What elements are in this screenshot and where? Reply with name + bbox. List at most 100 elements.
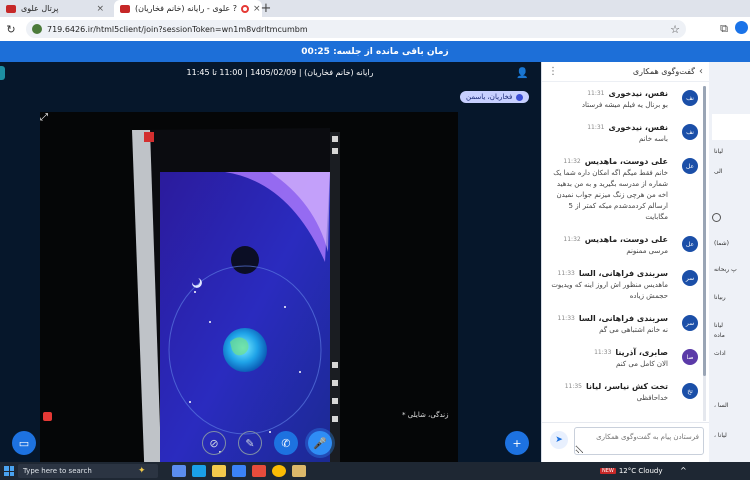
media-icon[interactable] (251, 465, 266, 477)
chat-message: سر سربندی فراهانی، السا 11:33 نه خانم اشت… (542, 311, 702, 339)
participant-item[interactable]: پ ربحانه (714, 266, 737, 273)
message-time: 11:32 (563, 236, 581, 243)
chat-message: سر سربندی فراهانی، السا 11:33 ماهدیس منظو… (542, 266, 702, 305)
profile-avatar[interactable] (735, 21, 748, 34)
sender-name: علی دوست، ماهدیس (584, 157, 668, 166)
participant-item[interactable]: ربیانا (714, 294, 726, 301)
chat-message: عل علی دوست، ماهدیس 11:32 مرسی ممنونم (542, 232, 702, 260)
avatar: سر (682, 315, 698, 331)
participant-highlight (712, 114, 750, 140)
news-badge: NEW (600, 468, 616, 474)
weather-widget[interactable]: NEW 12°C Cloudy (600, 462, 663, 480)
url-text: 719.6426.ir/html5client/join?sessionToke… (47, 24, 308, 34)
participant-item[interactable]: ادات (714, 350, 726, 357)
windows-taskbar: Type here to search ✦ NEW 12°C Cloudy ^ (0, 462, 750, 480)
chat-message: صا صابری، آذرینا 11:33 الان کامل می کنم (542, 345, 702, 373)
actions-plus-button[interactable]: + (505, 431, 529, 455)
message-text: مرسی ممنونم (626, 247, 668, 255)
bookmark-star-icon[interactable]: ☆ (670, 23, 680, 36)
session-timer-text: زمان باقی مانده از جلسه: 00:25 (301, 46, 449, 57)
close-tab-icon[interactable]: × (96, 4, 104, 14)
chat-composer: ➤ (542, 422, 710, 462)
session-timer-bar: زمان باقی مانده از جلسه: 00:25 (0, 41, 750, 62)
chat-message: نف نفس، نیدخوری 11:31 باسه خانم (542, 120, 702, 148)
message-time: 11:33 (557, 270, 575, 277)
side-toggle[interactable] (0, 66, 5, 80)
chat-message: نف نفس، نیدخوری 11:31 بو برنال یه فیلم می… (542, 86, 702, 114)
more-options-icon[interactable]: ⋮ (548, 66, 558, 77)
message-text: باسه خانم (639, 135, 668, 143)
chat-messages[interactable]: نف نفس، نیدخوری 11:31 بو برنال یه فیلم می… (542, 86, 702, 421)
message-text: بو برنال یه فیلم میشه فرستاد (581, 101, 668, 109)
new-tab-button[interactable]: + (258, 0, 274, 17)
tab-label: علوی - رایانه (خانم فخاریان) ? (135, 4, 237, 13)
chevron-left-icon[interactable]: ‹ (699, 66, 703, 77)
taskbar-search-text: Type here to search (23, 467, 92, 475)
sender-name: سربندی فراهانی، السا (578, 269, 668, 278)
expand-icon[interactable]: ⤢ (40, 112, 48, 123)
participant-item[interactable]: الی (714, 168, 723, 175)
sender-name: صابری، آذرینا (615, 348, 668, 357)
chat-input[interactable] (574, 427, 704, 455)
system-tray-chevron-icon[interactable]: ^ (680, 466, 687, 475)
participant-item[interactable]: لیانا (714, 322, 723, 329)
reload-icon[interactable]: ↻ (4, 23, 18, 36)
participant-item[interactable]: ماده (714, 332, 725, 339)
sender-name: سربندی فراهانی، السا (578, 314, 668, 323)
video-frame-graphic (40, 112, 458, 480)
message-time: 11:31 (587, 90, 605, 97)
meeting-title: رایانه (خانم فخاریان) | 1405/02/09 | 11:… (186, 68, 374, 77)
start-button[interactable] (4, 466, 14, 476)
users-icon[interactable]: 👤 (516, 68, 528, 79)
shared-video[interactable] (40, 112, 458, 480)
url-input[interactable]: 719.6426.ir/html5client/join?sessionToke… (26, 20, 686, 38)
browser-tab-meeting[interactable]: علوی - رایانه (خانم فخاریان) ? × (114, 0, 262, 17)
avatar: سر (682, 270, 698, 286)
avatar: صا (682, 349, 698, 365)
participant-item[interactable]: (شما) (714, 240, 729, 247)
avatar: نف (682, 124, 698, 140)
copilot-icon[interactable]: ✦ (138, 466, 146, 476)
pin-icon[interactable] (712, 213, 721, 222)
meeting-area: رایانه (خانم فخاریان) | 1405/02/09 | 11:… (0, 62, 541, 480)
presenter-badge: فخاریان، یاسمن (460, 91, 530, 103)
browser-tab-portal[interactable]: پرتال علوی × (0, 0, 110, 17)
app-icon[interactable] (291, 465, 306, 477)
share-screen-button[interactable]: ▭ (12, 431, 36, 455)
chat-scrollbar[interactable] (703, 86, 706, 421)
sender-name: تخت کش نیاسر، لیانا (586, 382, 668, 391)
message-text: الان کامل می کنم (616, 360, 668, 368)
stop-share-button[interactable]: ⊘ (202, 431, 226, 455)
sender-name: نفس، نیدخوری (608, 123, 668, 132)
edge-icon[interactable] (191, 465, 206, 477)
camera-off-button[interactable]: ✎ (238, 431, 262, 455)
scrollbar-thumb[interactable] (703, 86, 706, 376)
weather-text: 12°C Cloudy (618, 467, 663, 475)
chat-title: گفت‌وگوی همکاری (632, 67, 695, 76)
participant-item[interactable]: ، السا (714, 402, 729, 409)
chat-message: عل علی دوست، ماهدیس 11:32 خانم فقط میگم ا… (542, 154, 702, 226)
chat-panel: ⋮ گفت‌وگوی همکاری ‹ نف نفس، نیدخوری 11:31… (541, 62, 710, 462)
sender-name: نفس، نیدخوری (608, 89, 668, 98)
message-text: خداحافظی (636, 394, 668, 402)
mic-button[interactable]: 🎤 (308, 431, 332, 455)
participant-item[interactable]: ، لیانا (714, 432, 727, 439)
message-time: 11:31 (587, 124, 605, 131)
browser-tab-bar: پرتال علوی × علوی - رایانه (خانم فخاریان… (0, 0, 750, 17)
avatar: عل (682, 236, 698, 252)
sender-name: علی دوست، ماهدیس (584, 235, 668, 244)
video-caption: * زندگی، شایلی (402, 411, 449, 419)
avatar: تخ (682, 383, 698, 399)
store-icon[interactable] (231, 465, 246, 477)
taskbar-search[interactable]: Type here to search (18, 464, 158, 478)
chrome-icon[interactable] (271, 465, 286, 477)
task-view-icon[interactable] (171, 465, 186, 477)
site-favicon (6, 4, 16, 13)
site-info-icon[interactable] (32, 24, 42, 34)
phone-button[interactable]: ✆ (274, 431, 298, 455)
send-button[interactable]: ➤ (550, 431, 568, 449)
participant-item[interactable]: لیانا (714, 148, 723, 155)
file-explorer-icon[interactable] (211, 465, 226, 477)
extensions-icon[interactable]: ⧉ (720, 22, 728, 36)
message-text: نه خانم اشتباهی می گم (599, 326, 668, 334)
